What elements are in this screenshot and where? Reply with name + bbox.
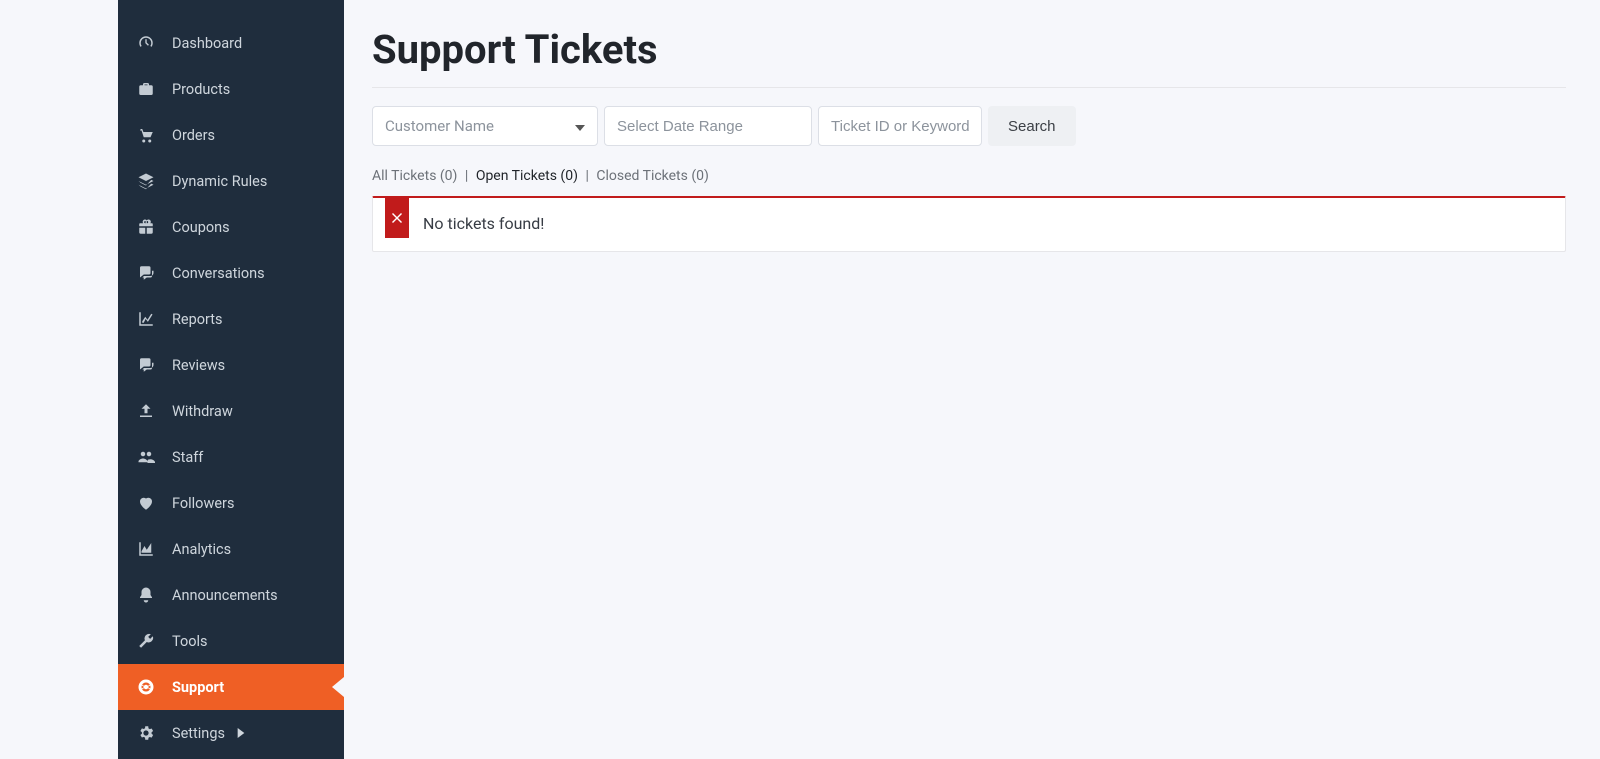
divider	[372, 87, 1566, 88]
area-chart-icon	[136, 539, 156, 559]
sidebar-item-label: Coupons	[172, 219, 230, 236]
heart-icon	[136, 493, 156, 513]
sidebar-item-label: Dashboard	[172, 35, 242, 52]
sidebar-item-withdraw[interactable]: Withdraw	[118, 388, 344, 434]
chart-line-icon	[136, 309, 156, 329]
sidebar-item-label: Staff	[172, 449, 203, 466]
search-button[interactable]: Search	[988, 106, 1076, 146]
sidebar-item-label: Settings	[172, 725, 225, 742]
sidebar-item-label: Analytics	[172, 541, 231, 558]
keyword-input[interactable]	[818, 106, 982, 146]
wrench-icon	[136, 631, 156, 651]
sidebar-item-settings[interactable]: Settings	[118, 710, 344, 756]
sidebar-item-products[interactable]: Products	[118, 66, 344, 112]
main-content: Support Tickets Customer Name Search All…	[344, 0, 1600, 759]
sidebar-item-followers[interactable]: Followers	[118, 480, 344, 526]
sidebar-item-label: Support	[172, 679, 224, 696]
sidebar-item-staff[interactable]: Staff	[118, 434, 344, 480]
no-tickets-alert: No tickets found!	[372, 196, 1566, 252]
sidebar-item-dynamic-rules[interactable]: Dynamic Rules	[118, 158, 344, 204]
sidebar-item-label: Conversations	[172, 265, 265, 282]
customer-select[interactable]: Customer Name	[372, 106, 598, 146]
sidebar-item-orders[interactable]: Orders	[118, 112, 344, 158]
customer-select-label: Customer Name	[385, 117, 494, 135]
sidebar-item-label: Products	[172, 81, 230, 98]
alert-text: No tickets found!	[409, 198, 558, 251]
sidebar-item-conversations[interactable]: Conversations	[118, 250, 344, 296]
tab-separator: |	[585, 168, 588, 184]
sidebar-item-label: Announcements	[172, 587, 278, 604]
sidebar-item-analytics[interactable]: Analytics	[118, 526, 344, 572]
sidebar-item-reviews[interactable]: Reviews	[118, 342, 344, 388]
cart-icon	[136, 125, 156, 145]
tab-all-tickets[interactable]: All Tickets (0)	[372, 168, 457, 184]
sidebar-item-dashboard[interactable]: Dashboard	[118, 20, 344, 66]
page-title: Support Tickets	[372, 26, 1566, 73]
bell-icon	[136, 585, 156, 605]
sidebar-item-label: Tools	[172, 633, 208, 650]
upload-icon	[136, 401, 156, 421]
sidebar-item-label: Orders	[172, 127, 215, 144]
ticket-tabs: All Tickets (0) | Open Tickets (0) | Clo…	[372, 168, 1566, 184]
dashboard-icon	[136, 33, 156, 53]
sidebar-item-label: Reviews	[172, 357, 225, 374]
sidebar-item-label: Reports	[172, 311, 223, 328]
users-icon	[136, 447, 156, 467]
sidebar-item-coupons[interactable]: Coupons	[118, 204, 344, 250]
tab-open-tickets[interactable]: Open Tickets (0)	[476, 168, 578, 184]
sidebar-item-reports[interactable]: Reports	[118, 296, 344, 342]
sidebar-item-announcements[interactable]: Announcements	[118, 572, 344, 618]
filters-bar: Customer Name Search	[372, 106, 1566, 146]
briefcase-icon	[136, 79, 156, 99]
gear-icon	[136, 723, 156, 743]
layers-icon	[136, 171, 156, 191]
close-icon[interactable]	[385, 198, 409, 238]
sidebar: Dashboard Products Orders Dynamic Rules …	[118, 0, 344, 759]
tab-closed-tickets[interactable]: Closed Tickets (0)	[596, 168, 709, 184]
chevron-right-icon	[237, 725, 245, 742]
reviews-icon	[136, 355, 156, 375]
sidebar-item-support[interactable]: Support	[118, 664, 344, 710]
comments-icon	[136, 263, 156, 283]
sidebar-item-label: Withdraw	[172, 403, 233, 420]
support-icon	[136, 677, 156, 697]
date-range-input[interactable]	[604, 106, 812, 146]
sidebar-item-label: Followers	[172, 495, 234, 512]
caret-down-icon	[575, 117, 585, 135]
gift-icon	[136, 217, 156, 237]
sidebar-item-tools[interactable]: Tools	[118, 618, 344, 664]
tab-separator: |	[465, 168, 468, 184]
sidebar-item-label: Dynamic Rules	[172, 173, 267, 190]
